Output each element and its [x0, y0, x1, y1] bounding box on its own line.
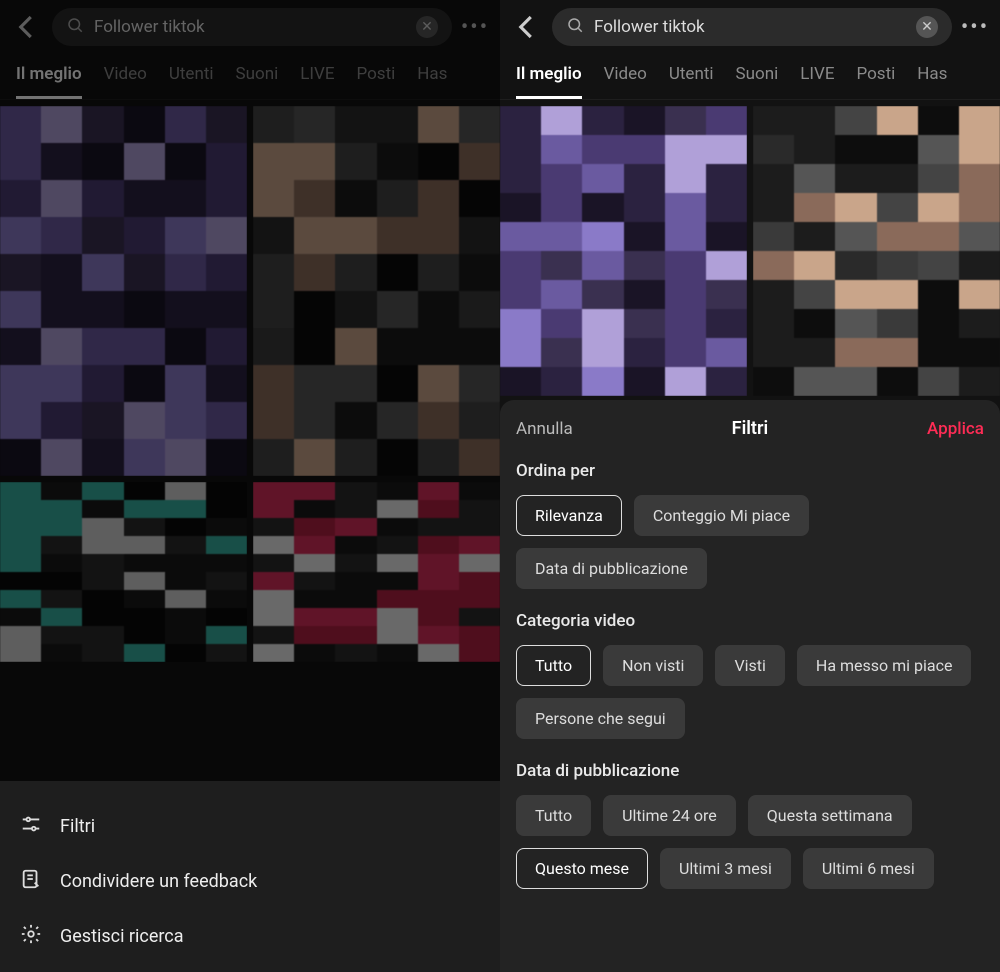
results-grid [0, 100, 500, 668]
apply-button[interactable]: Applica [927, 419, 984, 439]
action-filters[interactable]: Filtri [16, 799, 484, 854]
filter-header: Annulla Filtri Applica [516, 418, 984, 439]
feedback-icon [20, 868, 42, 895]
search-box[interactable]: Follower tiktok ✕ [552, 8, 952, 46]
video-thumb [0, 106, 247, 476]
sort-label: Ordina per [516, 461, 984, 481]
video-card[interactable] [253, 482, 500, 662]
more-icon[interactable]: ••• [962, 15, 988, 40]
video-card[interactable] [0, 106, 247, 476]
tab-users[interactable]: Utenti [169, 64, 214, 99]
date-options: Tutto Ultime 24 ore Questa settimana Questo… [516, 795, 984, 889]
right-pane: Follower tiktok ✕ ••• Il meglio Video Ut… [500, 0, 1000, 972]
tab-users[interactable]: Utenti [669, 64, 714, 99]
filter-chip[interactable]: Questo mese [516, 848, 648, 889]
date-label: Data di pubblicazione [516, 761, 984, 781]
clear-search-icon[interactable]: ✕ [416, 16, 438, 38]
tab-sounds[interactable]: Suoni [736, 64, 779, 99]
filter-chip[interactable]: Ha messo mi piace [797, 645, 972, 686]
category-options: Tutto Non visti Visti Ha messo mi piace Pers… [516, 645, 984, 739]
tab-hash[interactable]: Has [417, 64, 447, 99]
filter-chip[interactable]: Tutto [516, 795, 591, 836]
gear-icon [20, 923, 42, 950]
search-icon [566, 16, 584, 38]
tab-hash[interactable]: Has [917, 64, 947, 99]
video-thumb [253, 482, 500, 662]
action-feedback-label: Condividere un feedback [60, 871, 257, 892]
topbar: Follower tiktok ✕ ••• [0, 0, 500, 54]
topbar: Follower tiktok ✕ ••• [500, 0, 1000, 54]
video-card[interactable] [0, 482, 247, 662]
video-thumb [253, 106, 500, 476]
action-filters-label: Filtri [60, 816, 95, 837]
tab-live[interactable]: LIVE [800, 64, 834, 99]
results-grid [500, 100, 1000, 402]
action-sheet: Filtri Condividere un feedback Gestisci … [0, 781, 500, 972]
filter-chip[interactable]: Tutto [516, 645, 591, 686]
video-thumb [0, 482, 247, 662]
tabs: Il meglio Video Utenti Suoni LIVE Posti … [0, 54, 500, 100]
category-label: Categoria video [516, 611, 984, 631]
back-icon[interactable] [12, 12, 42, 42]
video-thumb [753, 106, 1000, 396]
filter-chip[interactable]: Persone che segui [516, 698, 685, 739]
filter-chip[interactable]: Visti [715, 645, 784, 686]
filter-chip[interactable]: Data di pubblicazione [516, 548, 707, 589]
filter-panel: Annulla Filtri Applica Ordina per Rileva… [500, 400, 1000, 972]
tab-video[interactable]: Video [604, 64, 647, 99]
search-icon [66, 16, 84, 38]
filter-chip[interactable]: Non visti [603, 645, 703, 686]
video-card[interactable] [500, 106, 747, 396]
tab-best[interactable]: Il meglio [516, 64, 582, 99]
filter-chip[interactable]: Questa settimana [748, 795, 912, 836]
tab-places[interactable]: Posti [356, 64, 395, 99]
tab-sounds[interactable]: Suoni [236, 64, 279, 99]
filter-chip[interactable]: Ultimi 3 mesi [660, 848, 791, 889]
action-feedback[interactable]: Condividere un feedback [16, 854, 484, 909]
tab-live[interactable]: LIVE [300, 64, 334, 99]
search-box[interactable]: Follower tiktok ✕ [52, 8, 452, 46]
video-card[interactable] [253, 106, 500, 476]
video-thumb [500, 106, 747, 396]
filter-chip[interactable]: Rilevanza [516, 495, 622, 536]
filters-icon [20, 813, 42, 840]
tab-best[interactable]: Il meglio [16, 64, 82, 99]
clear-search-icon[interactable]: ✕ [916, 16, 938, 38]
filter-chip[interactable]: Ultimi 6 mesi [803, 848, 934, 889]
filter-title: Filtri [732, 418, 768, 439]
sort-options: Rilevanza Conteggio Mi piace Data di pubbl… [516, 495, 984, 589]
search-input[interactable]: Follower tiktok [94, 17, 406, 37]
action-manage[interactable]: Gestisci ricerca [16, 909, 484, 964]
more-icon[interactable]: ••• [462, 15, 488, 40]
video-card[interactable] [753, 106, 1000, 396]
tabs: Il meglio Video Utenti Suoni LIVE Posti … [500, 54, 1000, 100]
cancel-button[interactable]: Annulla [516, 419, 573, 439]
tab-video[interactable]: Video [104, 64, 147, 99]
left-pane: Follower tiktok ✕ ••• Il meglio Video Ut… [0, 0, 500, 972]
back-icon[interactable] [512, 12, 542, 42]
action-manage-label: Gestisci ricerca [60, 926, 184, 947]
filter-chip[interactable]: Ultime 24 ore [603, 795, 736, 836]
filter-chip[interactable]: Conteggio Mi piace [634, 495, 809, 536]
tab-places[interactable]: Posti [856, 64, 895, 99]
search-input[interactable]: Follower tiktok [594, 17, 906, 37]
